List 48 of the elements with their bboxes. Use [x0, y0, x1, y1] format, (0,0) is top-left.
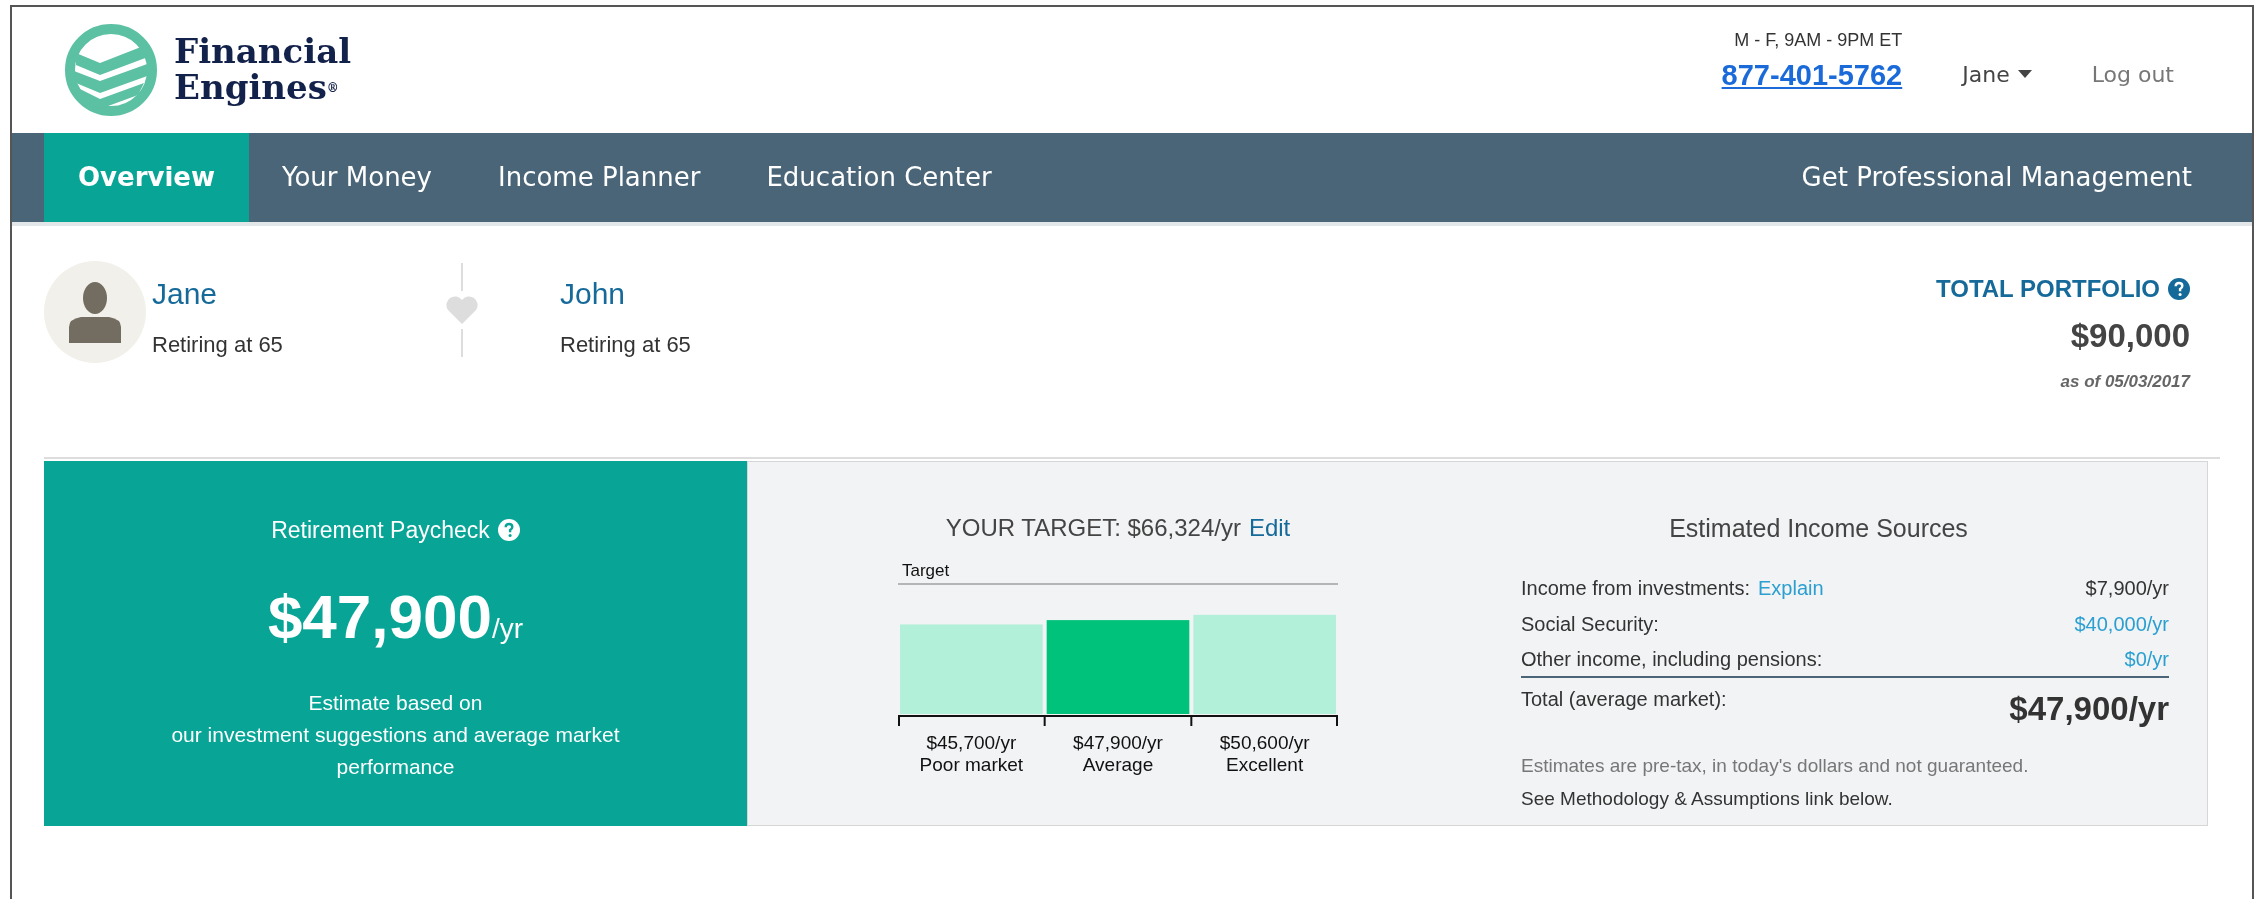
income-label: Other income, including pensions:: [1521, 646, 1823, 672]
logo-text: Engines: [174, 70, 327, 106]
target-label: Target: [902, 561, 950, 580]
income-sources-title: Estimated Income Sources: [1668, 513, 1969, 544]
total-value: $47,900/yr: [2009, 688, 2169, 729]
income-value: $7,900/yr: [2085, 575, 2169, 601]
nav-tab[interactable]: Your Money: [249, 133, 465, 222]
hours-text: M - F, 9AM - 9PM ET: [1734, 28, 1903, 52]
income-label: Social Security:: [1521, 611, 1659, 637]
category-label: Poor market: [919, 754, 1024, 775]
person-silhouette-icon: [69, 281, 121, 343]
registered-mark: ®: [326, 82, 339, 95]
nav-tab[interactable]: Education Center: [733, 133, 1025, 222]
professional-management-link[interactable]: Get Professional Management: [1801, 133, 2192, 222]
paycheck-description: Estimate based on: [308, 689, 483, 716]
retirement-age-text: Retiring at 65: [560, 331, 691, 359]
help-icon[interactable]: [2168, 278, 2190, 300]
paycheck-amount: $47,900: [267, 580, 492, 653]
category-label: Excellent: [1226, 754, 1304, 775]
logout-link[interactable]: Log out: [2091, 57, 2174, 91]
caret-icon: [2017, 70, 2032, 78]
as-of-date: as of 05/03/2017: [2060, 370, 2190, 393]
paycheck-unit: /yr: [492, 612, 524, 644]
category-label: Average: [1082, 754, 1154, 775]
heart-icon: [445, 295, 479, 325]
disclaimer-text: Estimates are pre-tax, in today's dollars and not guaranteed.: [1521, 754, 2030, 778]
paycheck-title: Retirement Paycheck: [271, 516, 490, 545]
value-label: $47,900/yr: [1073, 732, 1163, 753]
target-heading: YOUR TARGET: $66,324/yr: [945, 513, 1241, 543]
paycheck-description: our investment suggestions and average market performance: [170, 721, 621, 780]
portfolio-value: $90,000: [2070, 316, 2190, 356]
value-label: $45,700/yr: [926, 732, 1017, 753]
logo-text: Financial: [174, 34, 352, 70]
value-label: $50,600/yr: [1219, 732, 1310, 753]
logo-icon: [64, 23, 158, 117]
person-name[interactable]: Jane: [152, 271, 372, 316]
portfolio-label: TOTAL PORTFOLIO: [1936, 274, 2160, 304]
user-menu[interactable]: Jane: [1962, 57, 2032, 91]
help-icon[interactable]: [497, 519, 520, 542]
person-name[interactable]: John: [560, 271, 691, 316]
retirement-age-text: Retiring at 65: [152, 331, 284, 359]
total-label: Total (average market):: [1521, 686, 1727, 712]
edit-link[interactable]: Edit: [1248, 510, 1291, 546]
nav-tab[interactable]: Income Planner: [465, 133, 734, 222]
disclaimer-text: See Methodology & Assumptions link below.: [1521, 787, 1894, 811]
phone-link[interactable]: 877-401-5762: [1721, 53, 1903, 98]
nav-tab[interactable]: Overview: [44, 133, 250, 222]
income-label: Income from investments:: [1521, 575, 1750, 601]
